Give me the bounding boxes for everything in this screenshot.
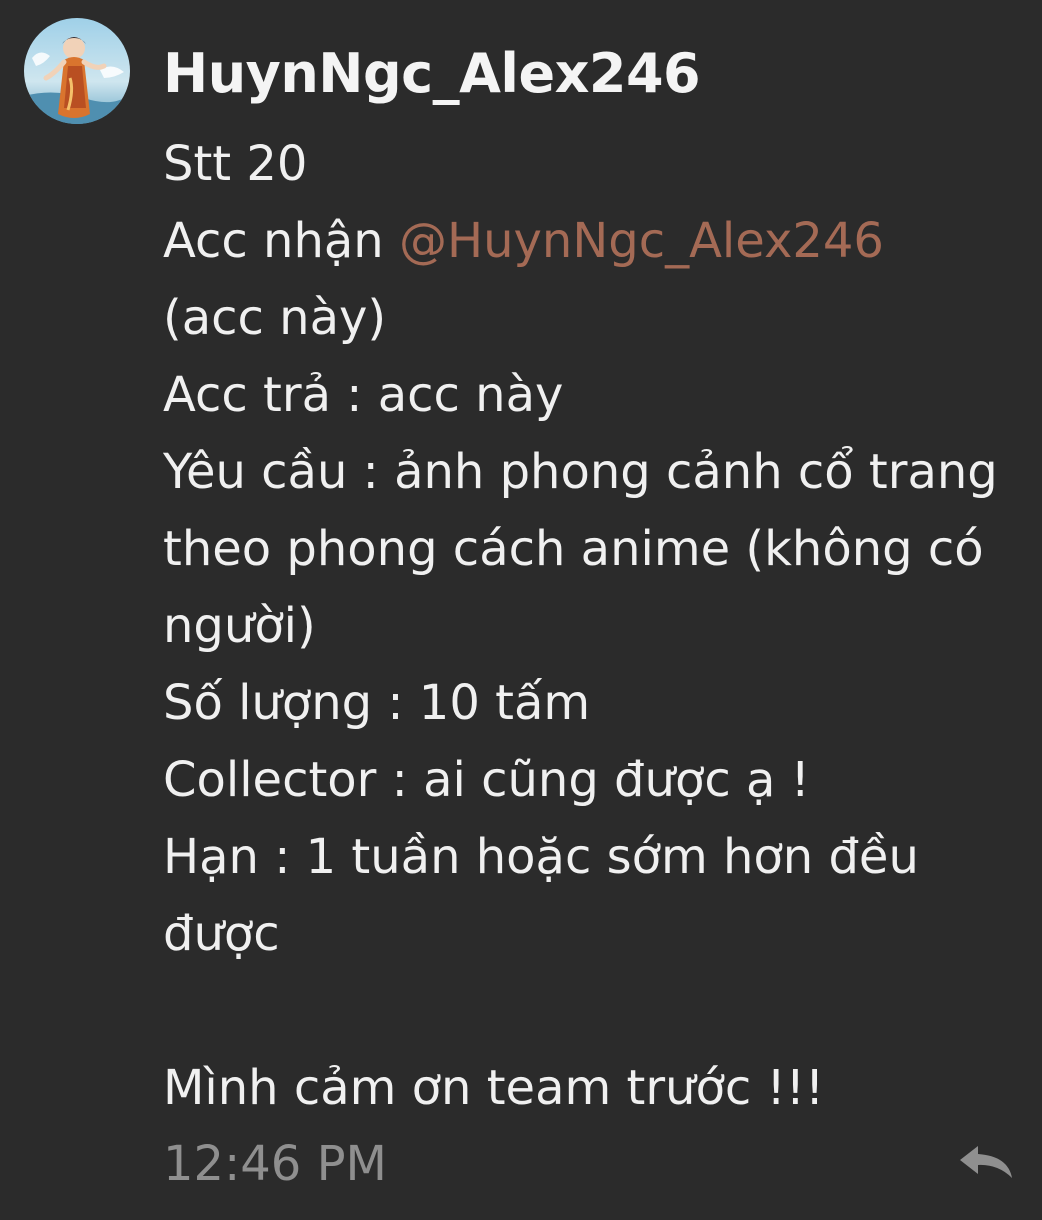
message-line: Yêu cầu : ảnh phong cảnh cổ trang [163, 444, 998, 500]
message-line: Stt 20 [163, 136, 308, 192]
message-text: Acc nhận [163, 213, 399, 269]
message-line: (acc này) [163, 290, 387, 346]
message-line: Collector : ai cũng được ạ ! [163, 752, 810, 808]
message-timestamp: 12:46 PM [163, 1136, 387, 1192]
message-line: theo phong cách anime (không có [163, 521, 984, 577]
message-line: Số lượng : 10 tấm [163, 675, 591, 731]
reply-icon[interactable] [956, 1140, 1016, 1184]
user-mention-link[interactable]: @HuynNgc_Alex246 [399, 213, 884, 269]
message-line: Hạn : 1 tuần hoặc sớm hơn đều [163, 829, 919, 885]
author-username[interactable]: HuynNgc_Alex246 [163, 38, 701, 110]
avatar-image [24, 18, 130, 124]
message-line: Mình cảm ơn team trước !!! [163, 1060, 825, 1116]
avatar[interactable] [24, 18, 130, 124]
reply-arrow-icon [960, 1146, 1012, 1178]
message-body: Stt 20 Acc nhận @HuynNgc_Alex246 (acc nà… [163, 126, 1033, 1127]
message-line-with-mention: Acc nhận @HuynNgc_Alex246 [163, 203, 1033, 280]
message-line: được [163, 906, 280, 962]
message-line: Acc trả : acc này [163, 367, 564, 423]
message-line: người) [163, 598, 316, 654]
